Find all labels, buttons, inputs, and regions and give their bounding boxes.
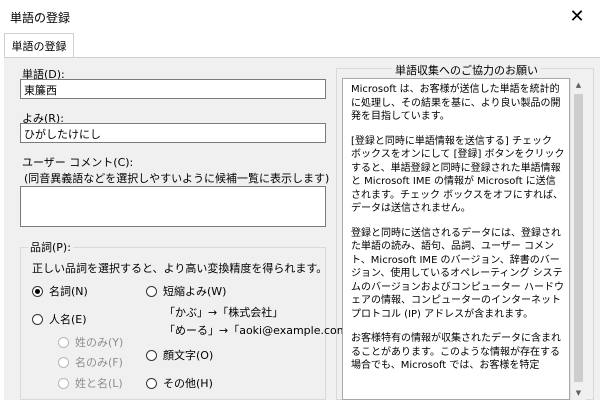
radio-surname-only[interactable]: 姓のみ(Y) <box>58 334 123 350</box>
radio-button-icon <box>146 377 157 389</box>
arrow-up-icon: ▲ <box>575 81 582 89</box>
radio-button-icon <box>58 356 69 368</box>
radio-button-icon <box>146 285 157 297</box>
arrow-down-icon: ▼ <box>575 389 582 397</box>
info-title: 単語収集へのご協力のお願い <box>392 62 541 78</box>
info-text-area[interactable]: Microsoft は、お客様が送信した単語を統計的に処理し、その結果を基に、よ… <box>342 78 570 400</box>
tab-word-registration[interactable]: 単語の登録 <box>4 33 74 57</box>
short-reading-example-1: 「かぶ」→「株式会社」 <box>164 306 284 319</box>
reading-input[interactable]: ひがしたけにし <box>20 123 326 143</box>
radio-full-name[interactable]: 姓と名(L) <box>58 375 123 391</box>
close-icon: ✕ <box>569 5 585 27</box>
short-reading-example-2: 「めーる」→「aoki@example.com」 <box>164 324 359 337</box>
radio-emoticon[interactable]: 顔文字(O) <box>146 347 213 363</box>
title-bar: 単語の登録 ✕ <box>0 0 600 32</box>
scroll-thumb[interactable] <box>574 94 583 382</box>
comment-label: ユーザー コメント(C): <box>22 156 134 169</box>
comment-hint: (同音異義語などを選択しやすいように候補一覧に表示します) <box>24 172 330 185</box>
radio-person-name[interactable]: 人名(E) <box>32 311 87 327</box>
scroll-down-button[interactable]: ▼ <box>571 386 586 400</box>
info-scrollbar[interactable]: ▲ ▼ <box>570 78 586 400</box>
radio-button-icon <box>32 285 43 297</box>
scroll-up-button[interactable]: ▲ <box>571 78 586 92</box>
radio-button-icon <box>58 336 69 348</box>
info-paragraph: Microsoft は、お客様が送信した単語を統計的に処理し、その結果を基に、よ… <box>351 84 561 122</box>
radio-noun[interactable]: 名詞(N) <box>32 283 88 299</box>
radio-other[interactable]: その他(H) <box>146 375 213 391</box>
comment-input[interactable] <box>20 186 326 227</box>
radio-given-name-only[interactable]: 名のみ(F) <box>58 354 123 370</box>
info-paragraph: お客様特有の情報が収集されたデータに含まれることがあります。このような情報が存在… <box>351 333 561 371</box>
pos-hint: 正しい品詞を選択すると、より高い変換精度を得られます。 <box>32 262 328 275</box>
radio-button-icon <box>32 313 43 325</box>
radio-button-icon <box>58 377 69 389</box>
radio-short-reading[interactable]: 短縮よみ(W) <box>146 283 226 299</box>
info-paragraph: [登録と同時に単語情報を送信する] チェック ボックスをオンにして [登録] ボ… <box>351 135 565 215</box>
word-input[interactable]: 東簾西 <box>20 79 326 99</box>
tab-strip: 単語の登録 <box>0 32 600 58</box>
radio-button-icon <box>146 349 157 361</box>
window-title: 単語の登録 <box>10 11 71 25</box>
close-button[interactable]: ✕ <box>554 0 600 32</box>
info-paragraph: 登録と同時に送信されるデータには、登録された単語の読み、語句、品詞、ユーザー コ… <box>351 227 564 320</box>
pos-title: 品詞(P): <box>28 239 73 255</box>
